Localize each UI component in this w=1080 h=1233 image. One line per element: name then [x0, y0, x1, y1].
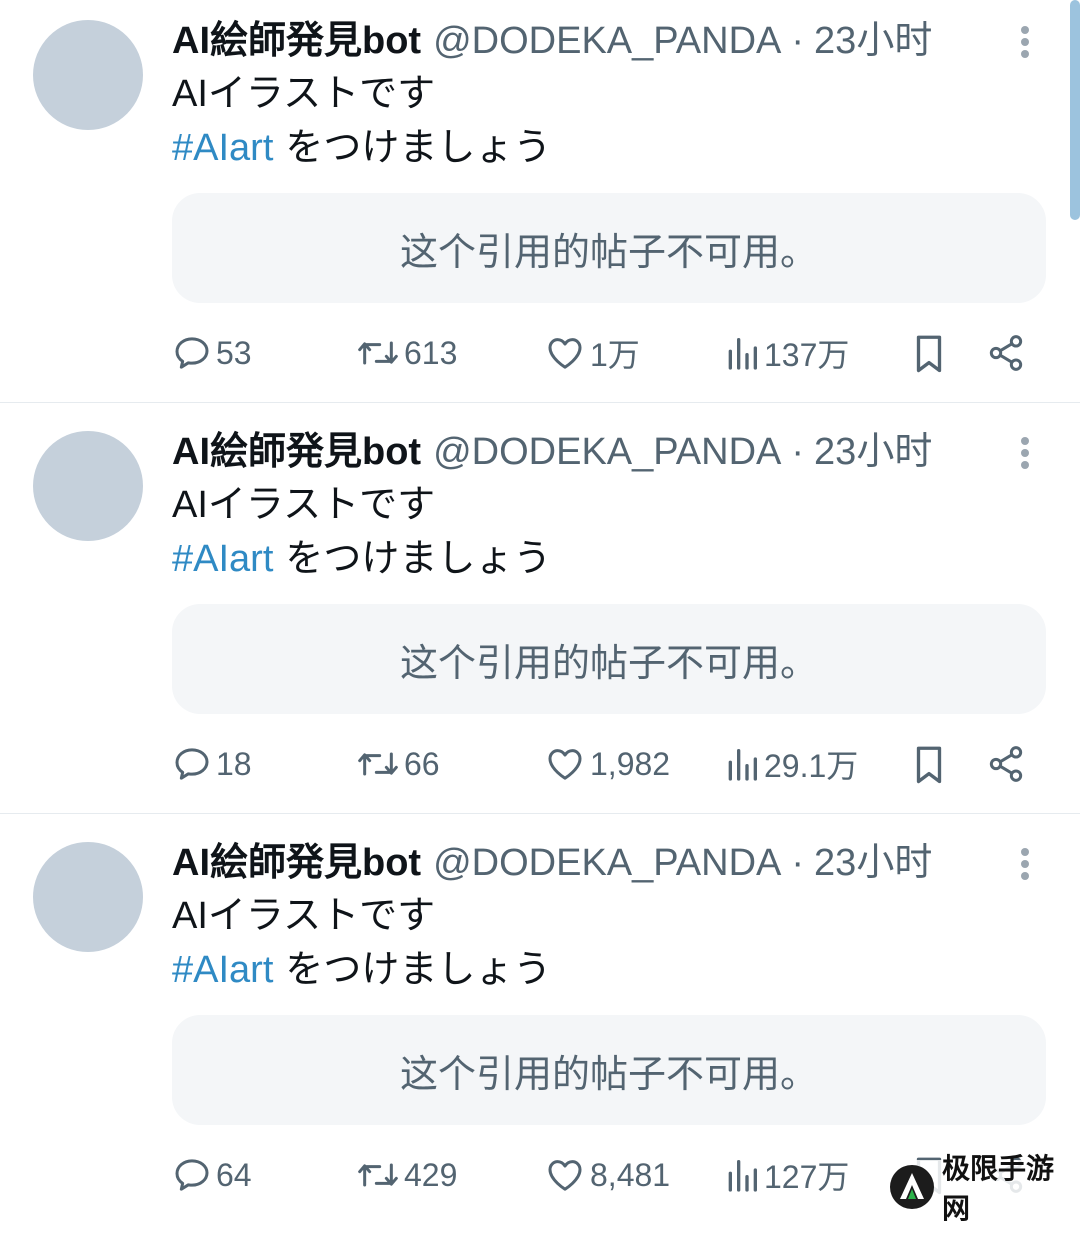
- retweet-icon: [358, 341, 398, 365]
- avatar[interactable]: [33, 842, 143, 952]
- tweet-text-line: #AIart をつけましょう: [172, 944, 551, 996]
- tweet-text-line: #AIart をつけましょう: [172, 122, 551, 174]
- avatar[interactable]: [33, 20, 143, 130]
- more-options-icon[interactable]: [1010, 22, 1040, 62]
- views-count: 29.1万: [764, 748, 859, 784]
- retweet-count: 429: [404, 1156, 458, 1193]
- timestamp[interactable]: 23小时: [814, 427, 932, 477]
- user-handle[interactable]: @DODEKA_PANDA: [433, 16, 781, 66]
- like-button[interactable]: 8,481: [544, 1152, 670, 1198]
- header-separator: ·: [791, 431, 805, 473]
- reply-count: 64: [216, 1156, 252, 1193]
- user-handle[interactable]: @DODEKA_PANDA: [433, 838, 781, 888]
- timestamp[interactable]: 23小时: [814, 16, 932, 66]
- display-name[interactable]: AI絵師発見bot: [172, 16, 421, 66]
- tweet-text: をつけましょう: [285, 538, 552, 580]
- views-count: 127万: [764, 1159, 850, 1195]
- retweet-icon: [358, 1163, 398, 1187]
- header-separator: ·: [791, 20, 805, 62]
- share-button[interactable]: [986, 741, 1026, 787]
- quote-unavailable-card: 这个引用的帖子不可用。: [172, 604, 1046, 714]
- user-handle[interactable]: @DODEKA_PANDA: [433, 427, 781, 477]
- watermark-text: 极限手游网: [942, 1152, 1055, 1225]
- views-button[interactable]: 137万: [724, 330, 849, 376]
- reply-button[interactable]: 53: [172, 330, 252, 376]
- hashtag-link[interactable]: #AIart: [172, 949, 273, 991]
- watermark-logo-icon: [890, 1165, 934, 1209]
- tweet[interactable]: AI絵師発見bot @DODEKA_PANDA · 23小时 AIイラストです …: [0, 411, 1080, 822]
- tweet-text-line: AIイラストです: [172, 895, 436, 937]
- hashtag-link[interactable]: #AIart: [172, 538, 273, 580]
- views-button[interactable]: 127万: [724, 1152, 849, 1198]
- reply-button[interactable]: 64: [172, 1152, 252, 1198]
- more-options-icon[interactable]: [1010, 433, 1040, 473]
- share-icon: [989, 335, 1023, 371]
- tweet-header: AI絵師発見bot @DODEKA_PANDA · 23小时: [172, 16, 932, 66]
- reply-icon: [175, 337, 209, 369]
- hashtag-link[interactable]: #AIart: [172, 127, 273, 169]
- quote-unavailable-card: 这个引用的帖子不可用。: [172, 1015, 1046, 1125]
- retweet-count: 613: [404, 334, 458, 371]
- display-name[interactable]: AI絵師発見bot: [172, 838, 421, 888]
- retweet-icon: [358, 752, 398, 776]
- retweet-button[interactable]: 429: [356, 1152, 457, 1198]
- bookmark-icon: [916, 335, 942, 373]
- reply-count: 53: [216, 334, 252, 371]
- views-bar-chart-icon: [728, 1160, 757, 1192]
- like-count: 1万: [590, 337, 640, 373]
- share-button[interactable]: [986, 330, 1026, 376]
- like-button[interactable]: 1万: [544, 330, 640, 376]
- tweet-text: をつけましょう: [285, 127, 552, 169]
- heart-icon: [548, 338, 582, 369]
- avatar[interactable]: [33, 431, 143, 541]
- more-options-icon[interactable]: [1010, 844, 1040, 884]
- heart-icon: [548, 749, 582, 780]
- retweet-button[interactable]: 66: [356, 741, 440, 787]
- watermark: 极限手游网: [888, 1152, 1080, 1225]
- tweet-text-line: AIイラストです: [172, 73, 436, 115]
- views-bar-chart-icon: [728, 749, 757, 781]
- tweet[interactable]: AI絵師発見bot @DODEKA_PANDA · 23小时 AIイラストです …: [0, 0, 1080, 411]
- reply-icon: [175, 748, 209, 780]
- reply-icon: [175, 1159, 209, 1191]
- quote-unavailable-card: 这个引用的帖子不可用。: [172, 193, 1046, 303]
- like-count: 8,481: [590, 1156, 671, 1193]
- tweet-divider: [0, 813, 1080, 814]
- reply-count: 18: [216, 745, 252, 782]
- retweet-count: 66: [404, 745, 440, 782]
- bookmark-button[interactable]: [910, 741, 948, 787]
- views-button[interactable]: 29.1万: [724, 741, 858, 787]
- bookmark-icon: [916, 746, 942, 784]
- tweet-feed: AI絵師発見bot @DODEKA_PANDA · 23小时 AIイラストです …: [0, 0, 1080, 1225]
- header-separator: ·: [791, 842, 805, 884]
- share-icon: [989, 746, 1023, 782]
- tweet-header: AI絵師発見bot @DODEKA_PANDA · 23小时: [172, 427, 932, 477]
- heart-icon: [548, 1160, 582, 1191]
- tweet-text: をつけましょう: [285, 949, 552, 991]
- like-count: 1,982: [590, 745, 671, 782]
- tweet-divider: [0, 402, 1080, 403]
- views-bar-chart-icon: [728, 338, 757, 370]
- tweet-text-line: #AIart をつけましょう: [172, 533, 551, 585]
- action-bar: 18 66 1,982 29.1万: [0, 741, 1080, 787]
- action-bar: 53 613 1万 137万: [0, 330, 1080, 376]
- bookmark-button[interactable]: [910, 330, 948, 376]
- tweet-header: AI絵師発見bot @DODEKA_PANDA · 23小时: [172, 838, 932, 888]
- like-button[interactable]: 1,982: [544, 741, 670, 787]
- retweet-button[interactable]: 613: [356, 330, 457, 376]
- timestamp[interactable]: 23小时: [814, 838, 932, 888]
- reply-button[interactable]: 18: [172, 741, 252, 787]
- tweet-text-line: AIイラストです: [172, 484, 436, 526]
- display-name[interactable]: AI絵師発見bot: [172, 427, 421, 477]
- views-count: 137万: [764, 337, 850, 373]
- scrollbar[interactable]: [1070, 0, 1080, 220]
